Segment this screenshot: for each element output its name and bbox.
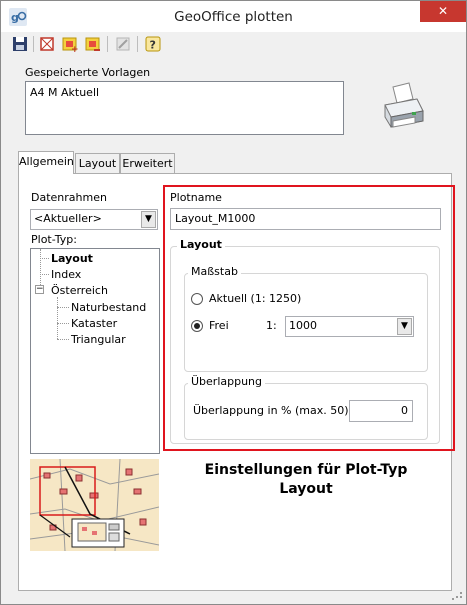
tree-item-kataster[interactable]: Kataster — [71, 317, 117, 330]
toolbar-separator — [107, 36, 108, 52]
aktuell-label[interactable]: Aktuell (1: 1250) — [209, 292, 301, 305]
datenrahmen-label: Datenrahmen — [31, 191, 107, 204]
frei-radio[interactable] — [191, 320, 203, 332]
ueberlappung-value: 0 — [401, 404, 408, 417]
disabled-tool-icon[interactable] — [114, 35, 132, 53]
tree-item-index[interactable]: Index — [51, 268, 81, 281]
scale-select[interactable]: 1000 ▼ — [285, 316, 414, 337]
tree-item-naturbestand[interactable]: Naturbestand — [71, 301, 146, 314]
toolbar-separator — [137, 36, 138, 52]
tree-line — [57, 323, 69, 324]
aktuell-radio[interactable] — [191, 293, 203, 305]
frei-label[interactable]: Frei — [209, 319, 229, 332]
templates-label: Gespeicherte Vorlagen — [25, 66, 151, 79]
plotname-value: Layout_M1000 — [175, 212, 256, 225]
resize-grip-icon[interactable] — [452, 590, 462, 600]
tree-line — [40, 274, 49, 275]
tree-item-layout[interactable]: Layout — [51, 252, 93, 265]
save-icon[interactable] — [11, 35, 29, 53]
plot-type-caption-name: Layout — [279, 481, 333, 497]
toolbar: + ? — [1, 32, 466, 56]
tab-layout[interactable]: Layout — [75, 153, 120, 173]
tree-line — [57, 307, 69, 308]
tab-allgemein[interactable]: Allgemein — [18, 151, 74, 174]
title-bar: g GeoOffice plotten ✕ — [1, 1, 466, 32]
svg-text:+: + — [71, 45, 79, 53]
layout-group-title: Layout — [177, 238, 225, 251]
frame-icon[interactable] — [38, 35, 56, 53]
templates-list[interactable]: A4 M Aktuell — [25, 81, 344, 135]
datenrahmen-value: <Aktueller> — [34, 212, 102, 225]
scale-prefix-label: 1: — [266, 319, 277, 332]
tree-line — [57, 339, 69, 340]
window-title: GeoOffice plotten — [174, 9, 293, 25]
tree-item-oesterreich[interactable]: Österreich — [51, 284, 108, 297]
template-item[interactable]: A4 M Aktuell — [30, 86, 99, 99]
plotname-label: Plotname — [170, 191, 222, 204]
chevron-down-icon[interactable]: ▼ — [397, 318, 412, 335]
ueberlappung-label: Überlappung in % (max. 50) — [193, 404, 349, 417]
layout-remove-icon[interactable] — [84, 35, 102, 53]
tab-erweitert[interactable]: Erweitert — [120, 153, 175, 173]
plot-typ-label: Plot-Typ: — [31, 233, 77, 246]
printer-icon[interactable] — [379, 81, 427, 133]
plot-type-tree[interactable]: Layout Index − Österreich Naturbestand K… — [30, 248, 160, 454]
plot-type-caption: Einstellungen für Plot-Typ — [204, 462, 408, 478]
tree-item-triangular[interactable]: Triangular — [71, 333, 126, 346]
help-icon[interactable]: ? — [144, 35, 162, 53]
massstab-group-title: Maßstab — [188, 265, 241, 278]
scale-value: 1000 — [289, 319, 317, 332]
plotname-input[interactable]: Layout_M1000 — [170, 208, 441, 230]
ueberlappung-input[interactable]: 0 — [349, 400, 413, 422]
svg-text:?: ? — [150, 39, 156, 52]
layout-add-icon[interactable]: + — [61, 35, 79, 53]
ueberlappung-group-title: Überlappung — [188, 375, 266, 388]
toolbar-separator — [33, 36, 34, 52]
chevron-down-icon[interactable]: ▼ — [141, 211, 156, 228]
plot-dialog-window: g GeoOffice plotten ✕ + ? Gespeicherte V… — [0, 0, 467, 605]
tree-line — [40, 258, 49, 259]
tree-line — [57, 297, 58, 339]
datenrahmen-select[interactable]: <Aktueller> ▼ — [30, 209, 158, 230]
layout-preview-map — [30, 459, 159, 551]
close-button[interactable]: ✕ — [420, 1, 466, 22]
tree-collapse-icon[interactable]: − — [35, 285, 44, 294]
